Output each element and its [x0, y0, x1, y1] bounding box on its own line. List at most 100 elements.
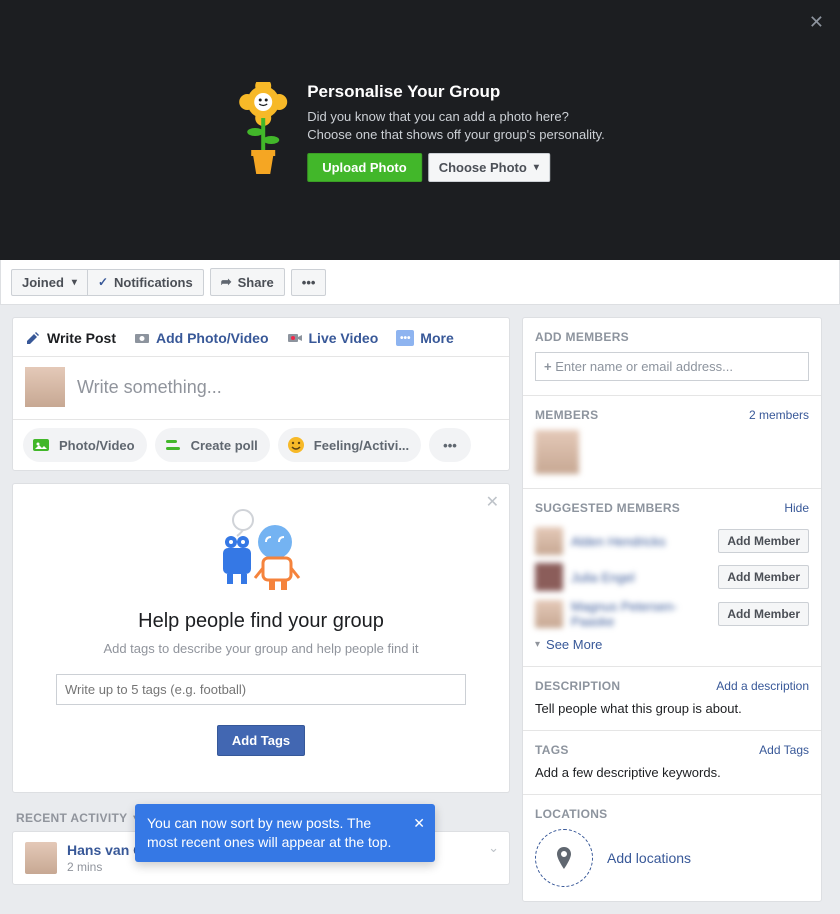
see-more-link[interactable]: ▾ See More	[535, 637, 602, 652]
banner-sub-line1: Did you know that you can add a photo he…	[307, 109, 569, 124]
user-avatar[interactable]	[25, 842, 57, 874]
add-member-button[interactable]: Add Member	[718, 565, 809, 589]
tooltip-close-icon[interactable]: ✕	[413, 814, 425, 833]
suggested-header: SUGGESTED MEMBERS Hide	[535, 501, 809, 515]
composer-body[interactable]: Write something...	[13, 357, 509, 419]
see-more-label: See More	[546, 637, 602, 652]
composer-card: Write Post Add Photo/Video Live Video ••…	[12, 317, 510, 471]
upload-photo-button[interactable]: Upload Photo	[307, 153, 422, 182]
member-thumbs	[535, 430, 809, 474]
pill-photo-video[interactable]: Photo/Video	[23, 428, 147, 462]
compose-placeholder[interactable]: Write something...	[77, 377, 497, 398]
add-description-link[interactable]: Add a description	[716, 679, 809, 693]
flower-illustration	[235, 82, 291, 176]
more-actions-button[interactable]: •••	[291, 269, 327, 296]
members-label: MEMBERS	[535, 408, 598, 422]
banner-content: Personalise Your Group Did you know that…	[235, 82, 605, 182]
add-locations-link[interactable]: Add locations	[607, 850, 691, 866]
locations-label: LOCATIONS	[535, 807, 607, 821]
banner-close-icon[interactable]: ✕	[809, 12, 824, 33]
tags-section: TAGS Add Tags Add a few descriptive keyw…	[523, 731, 821, 795]
member-avatar[interactable]	[535, 430, 579, 474]
sort-tooltip: You can now sort by new posts. The most …	[135, 804, 435, 862]
share-button[interactable]: ➦ Share	[210, 268, 285, 296]
suggested-name[interactable]: Magnus Petersen-Paaske	[571, 599, 710, 629]
pill-create-poll[interactable]: Create poll	[155, 428, 270, 462]
hide-link[interactable]: Hide	[784, 501, 809, 515]
notifications-button[interactable]: ✓ Notifications	[87, 269, 204, 296]
pencil-icon	[25, 330, 41, 346]
banner-title: Personalise Your Group	[307, 82, 605, 102]
camera-icon	[134, 330, 150, 346]
suggested-member-row: Alden Hendricks Add Member	[535, 523, 809, 559]
locations-row: Add locations	[535, 829, 809, 887]
pill-feeling-activity[interactable]: Feeling/Activi...	[278, 428, 421, 462]
pill-photo-label: Photo/Video	[59, 438, 135, 453]
suggested-member-row: Julia Engel Add Member	[535, 559, 809, 595]
add-members-section: ADD MEMBERS Enter name or email address.…	[523, 318, 821, 396]
tab-live-label: Live Video	[309, 330, 379, 346]
chevron-down-icon[interactable]: ⌄	[488, 840, 499, 856]
add-members-placeholder: Enter name or email address...	[555, 359, 733, 374]
suggested-avatar[interactable]	[535, 600, 563, 628]
add-tags-link[interactable]: Add Tags	[759, 743, 809, 757]
composer-pills: Photo/Video Create poll Feeling/Activi..…	[13, 419, 509, 470]
more-dots-icon: •••	[396, 330, 414, 346]
locations-header: LOCATIONS	[535, 807, 809, 821]
locations-section: LOCATIONS Add locations	[523, 795, 821, 901]
banner-sub-line2: Choose one that shows off your group's p…	[307, 127, 605, 142]
map-pin-icon	[555, 847, 573, 869]
pill-more[interactable]: •••	[429, 428, 471, 462]
suggested-name[interactable]: Alden Hendricks	[571, 534, 710, 549]
suggested-avatar[interactable]	[535, 563, 563, 591]
right-column: ADD MEMBERS Enter name or email address.…	[522, 317, 822, 902]
smiley-icon	[286, 435, 306, 455]
tooltip-text: You can now sort by new posts. The most …	[147, 815, 391, 850]
description-label: DESCRIPTION	[535, 679, 620, 693]
tags-header: TAGS Add Tags	[535, 743, 809, 757]
description-section: DESCRIPTION Add a description Tell peopl…	[523, 667, 821, 731]
suggested-avatar[interactable]	[535, 527, 563, 555]
find-group-subtitle: Add tags to describe your group and help…	[25, 641, 497, 656]
members-count-link[interactable]: 2 members	[749, 408, 809, 422]
tags-text: Add a few descriptive keywords.	[535, 765, 809, 780]
tags-input[interactable]	[56, 674, 466, 705]
tab-write-label: Write Post	[47, 330, 116, 346]
joined-button[interactable]: Joined	[11, 269, 88, 296]
share-label: Share	[238, 275, 274, 290]
find-group-title: Help people find your group	[25, 610, 497, 633]
close-icon[interactable]: ✕	[486, 492, 499, 512]
check-icon: ✓	[98, 275, 108, 289]
suggested-name[interactable]: Julia Engel	[571, 570, 710, 585]
photo-icon	[31, 435, 51, 455]
tags-label: TAGS	[535, 743, 569, 757]
notifications-label: Notifications	[114, 275, 193, 290]
add-tags-button[interactable]: Add Tags	[217, 725, 305, 756]
suggested-member-row: Magnus Petersen-Paaske Add Member	[535, 595, 809, 633]
tab-more[interactable]: ••• More	[396, 330, 453, 346]
tab-write-post[interactable]: Write Post	[25, 330, 116, 346]
tab-more-label: More	[420, 330, 453, 346]
activity-time: 2 mins	[67, 860, 314, 874]
tab-live-video[interactable]: Live Video	[287, 330, 379, 346]
choose-photo-button[interactable]: Choose Photo	[428, 153, 550, 182]
share-icon: ➦	[221, 274, 232, 290]
tab-add-photo-video[interactable]: Add Photo/Video	[134, 330, 269, 346]
ellipsis-icon: •••	[302, 275, 316, 290]
add-member-button[interactable]: Add Member	[718, 602, 809, 626]
group-cover-banner: ✕	[0, 0, 840, 260]
user-avatar	[25, 367, 65, 407]
banner-subtitle: Did you know that you can add a photo he…	[307, 108, 605, 143]
live-video-icon	[287, 330, 303, 346]
location-circle[interactable]	[535, 829, 593, 887]
chevron-down-icon: ▾	[535, 639, 540, 650]
group-action-bar: Joined ✓ Notifications ➦ Share •••	[0, 260, 840, 305]
members-header: MEMBERS 2 members	[535, 408, 809, 422]
add-members-input[interactable]: Enter name or email address...	[535, 352, 809, 381]
add-members-header: ADD MEMBERS	[535, 330, 809, 344]
pill-poll-label: Create poll	[191, 438, 258, 453]
add-member-button[interactable]: Add Member	[718, 529, 809, 553]
add-members-label: ADD MEMBERS	[535, 330, 629, 344]
description-header: DESCRIPTION Add a description	[535, 679, 809, 693]
composer-tabs: Write Post Add Photo/Video Live Video ••…	[13, 318, 509, 357]
